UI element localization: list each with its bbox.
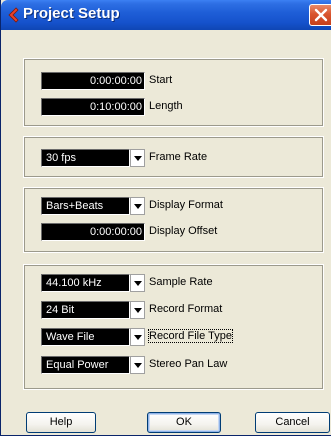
time-range-group: 0:00:00:00 Start 0:10:00:00 Length — [23, 58, 324, 127]
stereo-pan-law-label: Stereo Pan Law — [149, 358, 228, 370]
window-title: Project Setup — [23, 5, 120, 22]
title-bar[interactable]: Project Setup — [1, 0, 331, 30]
sample-rate-label: Sample Rate — [149, 276, 213, 288]
close-button[interactable] — [309, 4, 331, 26]
start-field[interactable]: 0:00:00:00 — [41, 72, 145, 90]
cancel-button[interactable]: Cancel — [255, 412, 330, 433]
audio-group: 44.100 kHz Sample Rate 24 Bit Record For… — [23, 264, 324, 390]
record-file-type-dropdown-button[interactable] — [130, 328, 145, 346]
chevron-down-icon — [134, 281, 142, 286]
cubase-icon — [6, 7, 20, 23]
display-format-dropdown-button[interactable] — [130, 197, 145, 215]
stereo-pan-law-select[interactable]: Equal Power — [41, 356, 130, 374]
display-offset-label: Display Offset — [149, 225, 218, 237]
display-format-label: Display Format — [149, 199, 223, 211]
record-file-type-select[interactable]: Wave File — [41, 328, 130, 346]
start-label: Start — [149, 74, 173, 86]
frame-rate-group: 30 fps Frame Rate — [23, 136, 324, 178]
record-format-label: Record Format — [149, 303, 223, 315]
frame-rate-label: Frame Rate — [149, 151, 208, 163]
chevron-down-icon — [134, 308, 142, 313]
chevron-down-icon — [134, 363, 142, 368]
length-field[interactable]: 0:10:00:00 — [41, 98, 145, 116]
chevron-down-icon — [134, 156, 142, 161]
length-label: Length — [149, 100, 183, 112]
record-file-type-label: Record File Type — [148, 329, 233, 343]
help-button[interactable]: Help — [26, 412, 96, 433]
project-setup-dialog: Project Setup 0:00:00:00 Start 0:10:00:0… — [0, 0, 331, 436]
record-format-select[interactable]: 24 Bit — [41, 301, 130, 319]
stereo-pan-law-dropdown-button[interactable] — [130, 356, 145, 374]
display-format-select[interactable]: Bars+Beats — [41, 197, 130, 215]
sample-rate-select[interactable]: 44.100 kHz — [41, 274, 130, 292]
chevron-down-icon — [134, 204, 142, 209]
frame-rate-dropdown-button[interactable] — [130, 149, 145, 167]
sample-rate-dropdown-button[interactable] — [130, 274, 145, 292]
display-offset-field[interactable]: 0:00:00:00 — [41, 223, 145, 241]
record-format-dropdown-button[interactable] — [130, 301, 145, 319]
frame-rate-select[interactable]: 30 fps — [41, 149, 130, 167]
ok-button[interactable]: OK — [147, 412, 221, 433]
chevron-down-icon — [134, 335, 142, 340]
display-group: Bars+Beats Display Format 0:00:00:00 Dis… — [23, 187, 324, 253]
